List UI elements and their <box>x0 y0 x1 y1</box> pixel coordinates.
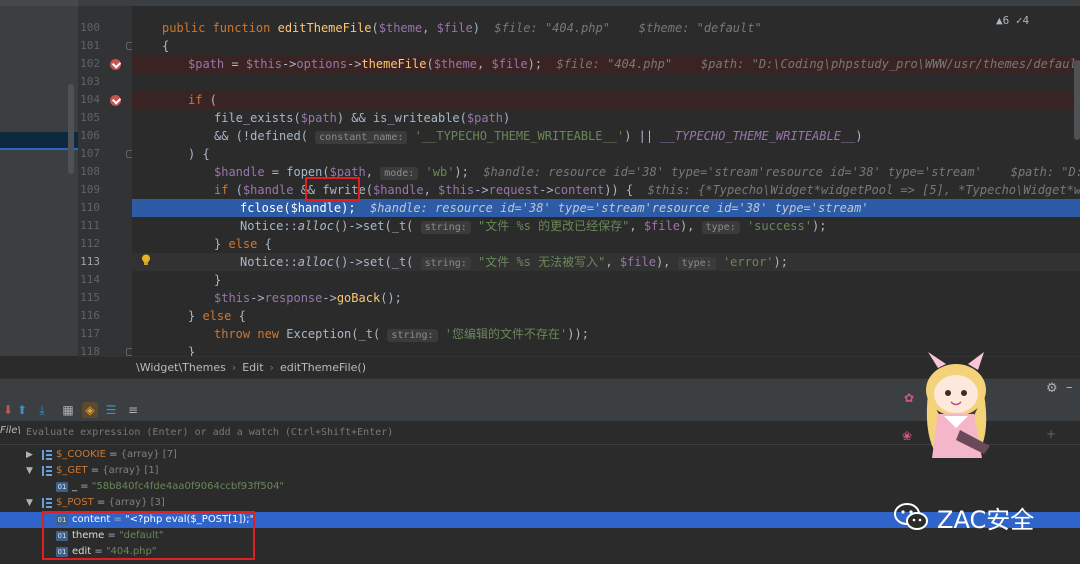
breakpoint-icon[interactable] <box>110 59 121 70</box>
array-icon <box>42 498 52 508</box>
gear-icon[interactable]: ⚙ <box>1046 381 1058 396</box>
evaluate-expression-input[interactable]: Evaluate expression (Enter) or add a wat… <box>26 427 393 438</box>
svg-text:✿: ✿ <box>904 391 914 405</box>
breadcrumb-separator: › <box>231 361 237 374</box>
line-number: 114 <box>80 273 100 286</box>
array-icon <box>42 466 52 476</box>
line-number: 105 <box>80 111 100 124</box>
code-line-115: $this->response->goBack(); <box>214 291 402 305</box>
code-editor[interactable]: public function editThemeFile($theme, $f… <box>132 6 1080 356</box>
watch-toggle-icon[interactable]: ◈ <box>82 402 98 418</box>
code-line-105: file_exists($path) && is_writeable($path… <box>214 111 511 125</box>
breadcrumb-separator: › <box>269 361 274 374</box>
code-line-109: if ($handle && fwrite($handle, $this->re… <box>214 183 1080 197</box>
line-number: 115 <box>80 291 100 304</box>
settings-list-icon[interactable]: ≡ <box>125 402 141 418</box>
code-line-112: } else { <box>214 237 272 251</box>
line-number: 101 <box>80 39 100 52</box>
line-number: 102 <box>80 57 100 70</box>
code-line-117: throw new Exception(_t( string: '您编辑的文件不… <box>214 327 589 342</box>
breadcrumb-item[interactable]: editThemeFile() <box>280 361 366 374</box>
evaluate-icon[interactable]: ▦ <box>60 402 76 418</box>
project-panel-strip <box>0 0 78 378</box>
collapse-arrow-icon[interactable]: ▼ <box>26 463 33 479</box>
code-line-104: if ( <box>132 91 1080 109</box>
watermark-text: ZAC安全 <box>937 505 1035 534</box>
line-number: 113 <box>80 255 100 268</box>
line-number: 117 <box>80 327 100 340</box>
code-line-110-execution-point: fclose($handle); $handle: resource id='3… <box>132 199 1080 217</box>
svg-text:❀: ❀ <box>902 429 912 443</box>
annotation-box-fwrite <box>305 177 360 201</box>
line-number: 100 <box>80 21 100 34</box>
list-icon[interactable]: ☰ <box>103 402 119 418</box>
code-line-107: ) { <box>188 147 210 161</box>
array-icon <box>42 450 52 460</box>
code-line-114: } <box>214 273 222 287</box>
line-number: 103 <box>80 75 100 88</box>
code-line-111: Notice::alloc()->set(_t( string: "文件 %s … <box>240 219 827 234</box>
line-number: 108 <box>80 165 100 178</box>
annotation-box-post <box>42 511 255 560</box>
code-line-113: Notice::alloc()->set(_t( string: "文件 %s … <box>132 253 1080 271</box>
top-left-bar <box>0 0 78 6</box>
lightbulb-icon[interactable] <box>141 254 151 266</box>
run-to-cursor-icon[interactable]: ⤓ <box>34 402 50 418</box>
left-bottom-strip <box>0 356 78 378</box>
code-line-102: $path = $this->options->themeFile($theme… <box>132 55 1080 73</box>
code-line-101: { <box>162 39 170 53</box>
breadcrumb-item[interactable]: Edit <box>242 361 263 374</box>
collapse-arrow-icon[interactable]: ▼ <box>26 495 33 511</box>
anime-mascot-sticker: ✿ ❀ <box>902 352 990 458</box>
frames-label: File\ <box>0 425 21 436</box>
breakpoint-icon[interactable] <box>110 95 121 106</box>
line-number: 107 <box>80 147 100 160</box>
add-watch-icon[interactable]: + <box>1046 427 1056 441</box>
code-line-116: } else { <box>188 309 246 323</box>
string-value-icon: 01 <box>56 482 68 492</box>
breadcrumb-item[interactable]: \Widget\Themes <box>136 361 226 374</box>
line-number: 116 <box>80 309 100 322</box>
line-number: 112 <box>80 237 100 250</box>
line-number: 111 <box>80 219 100 232</box>
code-line-108: $handle = fopen($path, mode: 'wb'); $han… <box>214 165 1080 180</box>
code-line-100: public function editThemeFile($theme, $f… <box>162 21 762 35</box>
inspection-widget[interactable]: ▲6 ✓4 <box>996 14 1029 27</box>
editor-scrollbar[interactable] <box>1074 60 1080 140</box>
project-selected-row[interactable] <box>0 132 78 148</box>
expand-arrow-icon[interactable]: ▶ <box>26 447 33 463</box>
wechat-icon <box>894 503 928 530</box>
code-line-106: && (!defined( constant_name: '__TYPECHO_… <box>214 129 863 144</box>
step-up-icon[interactable]: ⬆ <box>14 402 30 418</box>
watermark: ZAC安全 <box>893 500 1034 534</box>
minimize-icon[interactable]: – <box>1066 380 1073 395</box>
project-selection-accent <box>0 148 78 150</box>
line-number: 110 <box>80 201 100 214</box>
project-scrollbar[interactable] <box>68 84 74 174</box>
line-number: 109 <box>80 183 100 196</box>
variable-row[interactable]: 01 _ = "58b840fc4fde4aa0f9064ccbf93ff504… <box>0 479 1080 495</box>
line-number: 104 <box>80 93 100 106</box>
line-number: 106 <box>80 129 100 142</box>
